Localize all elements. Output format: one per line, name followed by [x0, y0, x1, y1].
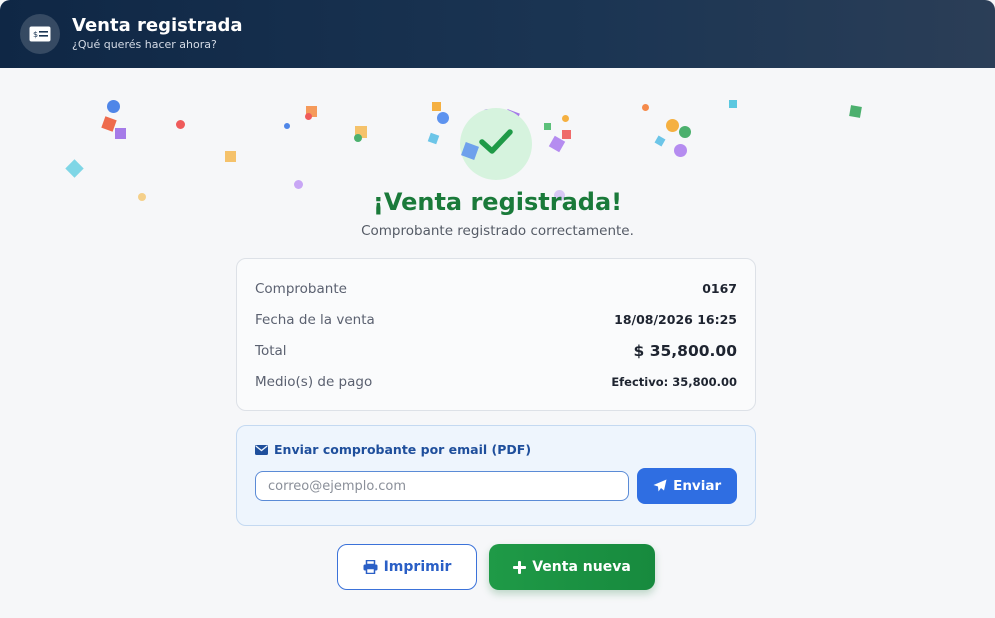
send-email-button[interactable]: Enviar	[637, 468, 737, 504]
new-sale-button[interactable]: Venta nueva	[489, 544, 655, 590]
email-panel-title-text: Enviar comprobante por email (PDF)	[274, 442, 532, 457]
new-sale-label: Venta nueva	[532, 559, 631, 575]
plus-icon	[513, 560, 527, 574]
sale-total: $ 35,800.00	[633, 341, 737, 360]
paper-plane-icon	[653, 479, 667, 492]
sale-summary-card: Comprobante 0167 Fecha de la venta 18/08…	[236, 258, 756, 411]
payment-methods: Efectivo: 35,800.00	[611, 374, 737, 389]
email-input[interactable]	[255, 471, 630, 501]
header-bar: $ Venta registrada ¿Qué querés hacer aho…	[0, 0, 995, 68]
summary-row-date: Fecha de la venta 18/08/2026 16:25	[255, 304, 737, 335]
summary-label: Fecha de la venta	[255, 311, 375, 328]
summary-label: Total	[255, 342, 287, 359]
svg-text:$: $	[33, 30, 38, 39]
summary-label: Medio(s) de pago	[255, 373, 373, 390]
summary-label: Comprobante	[255, 280, 347, 297]
envelope-icon	[255, 444, 268, 455]
summary-row-total: Total $ 35,800.00	[255, 335, 737, 366]
check-icon	[479, 128, 513, 160]
summary-row-receipt: Comprobante 0167	[255, 273, 737, 304]
summary-row-payment: Medio(s) de pago Efectivo: 35,800.00	[255, 366, 737, 397]
print-button[interactable]: Imprimir	[337, 544, 477, 590]
email-panel-title: Enviar comprobante por email (PDF)	[255, 442, 737, 457]
success-title: ¡Venta registrada!	[372, 188, 623, 216]
receipt-icon: $	[20, 14, 60, 54]
send-email-label: Enviar	[673, 478, 722, 494]
receipt-number: 0167	[702, 281, 737, 296]
sale-date: 18/08/2026 16:25	[614, 312, 737, 327]
success-subtitle: Comprobante registrado correctamente.	[361, 223, 634, 239]
email-receipt-panel: Enviar comprobante por email (PDF) Envia…	[236, 425, 756, 526]
printer-icon	[363, 560, 378, 574]
header-subtitle: ¿Qué querés hacer ahora?	[72, 38, 217, 51]
header-title: Venta registrada	[72, 15, 243, 36]
print-label: Imprimir	[383, 559, 452, 575]
